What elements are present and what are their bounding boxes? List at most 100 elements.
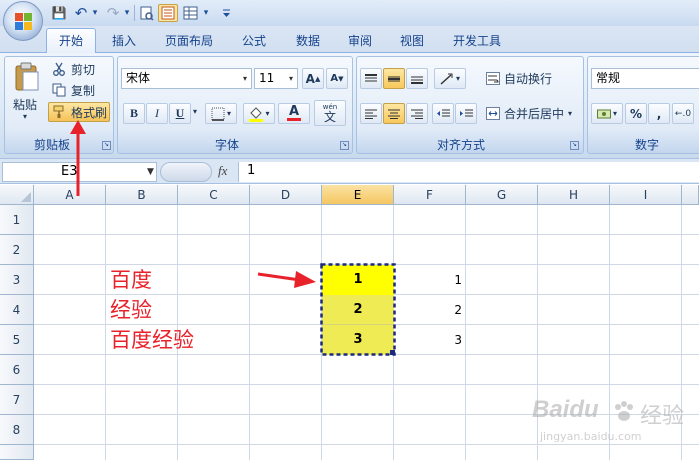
tab-developer[interactable]: 开发工具 — [446, 30, 508, 52]
number-format-select[interactable]: 常规 — [591, 68, 699, 89]
font-name-value: 宋体 — [126, 71, 151, 85]
row-header[interactable]: 1 — [0, 205, 34, 235]
print-preview-icon[interactable] — [138, 4, 156, 22]
number-format-value: 常规 — [596, 71, 621, 85]
cell-f5[interactable]: 3 — [394, 325, 462, 355]
column-header[interactable]: B — [106, 185, 178, 205]
tab-insert[interactable]: 插入 — [104, 30, 144, 52]
align-top-button[interactable] — [360, 68, 382, 89]
currency-button[interactable]: ▾ — [591, 103, 623, 124]
tab-view[interactable]: 视图 — [392, 30, 432, 52]
bold-button[interactable]: B — [123, 103, 145, 124]
gridline — [465, 205, 466, 460]
increase-decimal-icon: ←.0 — [674, 108, 692, 119]
align-middle-button[interactable] — [383, 68, 405, 89]
align-bottom-button[interactable] — [406, 68, 428, 89]
percent-button[interactable]: % — [625, 103, 647, 124]
chevron-down-icon: ▾ — [568, 109, 573, 118]
cell-f3[interactable]: 1 — [394, 265, 462, 295]
decrease-indent-button[interactable] — [432, 103, 454, 124]
column-header[interactable]: C — [178, 185, 250, 205]
increase-decimal-button[interactable]: ←.0 — [672, 103, 694, 124]
column-header[interactable]: I — [610, 185, 682, 205]
gridline — [34, 384, 699, 385]
select-all-corner[interactable] — [0, 185, 34, 205]
cell-b3[interactable]: 百度 — [110, 265, 152, 295]
row-header[interactable]: 5 — [0, 325, 34, 355]
column-header[interactable]: F — [394, 185, 466, 205]
row-header[interactable]: 2 — [0, 235, 34, 265]
cut-button[interactable]: 剪切 — [52, 60, 95, 78]
chevron-down-icon: ▾ — [612, 109, 617, 118]
row-header[interactable]: 4 — [0, 295, 34, 325]
paste-label: 粘贴 — [13, 98, 38, 112]
align-bottom-icon — [411, 76, 423, 84]
paste-dropdown-icon: ▾ — [23, 112, 28, 121]
formula-input[interactable]: 1 — [238, 162, 699, 182]
copy-icon — [52, 83, 66, 97]
font-size-value: 11 — [259, 71, 275, 85]
align-right-button[interactable] — [406, 103, 428, 124]
customize-toolbar-icon[interactable] — [220, 4, 232, 22]
table-icon[interactable] — [180, 4, 200, 22]
watermark-brand: Baidu — [532, 396, 599, 423]
underline-button[interactable]: U — [169, 103, 191, 124]
comma-button[interactable]: , — [648, 103, 670, 124]
alignment-launcher-icon[interactable]: ↘ — [570, 141, 579, 150]
align-center-button[interactable] — [383, 103, 405, 124]
cell-b5[interactable]: 百度经验 — [110, 325, 194, 355]
font-name-select[interactable]: 宋体 ▾ — [121, 68, 252, 89]
merge-center-button[interactable]: 合并后居中 ▾ — [486, 103, 572, 124]
formula-resize-handle[interactable] — [160, 162, 212, 182]
column-header[interactable]: D — [250, 185, 322, 205]
orientation-button[interactable]: ▾ — [434, 68, 466, 89]
phonetic-button[interactable]: wén 文 — [314, 100, 346, 126]
tab-page-layout[interactable]: 页面布局 — [158, 30, 220, 52]
row-header[interactable]: 3 — [0, 265, 34, 295]
cell-f4[interactable]: 2 — [394, 295, 462, 325]
column-header[interactable] — [682, 185, 699, 205]
save-icon[interactable]: 💾 — [50, 4, 68, 22]
form-icon[interactable] — [158, 4, 178, 22]
underline-dropdown-icon[interactable]: ▾ — [193, 107, 197, 116]
undo-icon[interactable]: ↶ — [72, 4, 90, 22]
copy-button[interactable]: 复制 — [52, 81, 95, 99]
table-dropdown-icon[interactable]: ▾ — [200, 4, 212, 22]
redo-dropdown-icon[interactable]: ▾ — [122, 4, 132, 22]
column-header-selected[interactable]: E — [322, 185, 394, 205]
row-header[interactable]: 7 — [0, 385, 34, 415]
align-center-icon — [388, 109, 400, 119]
grow-font-button[interactable]: A ▲ — [302, 68, 324, 89]
font-launcher-icon[interactable]: ↘ — [340, 141, 349, 150]
row-header[interactable]: 8 — [0, 415, 34, 445]
wrap-text-button[interactable]: 自动换行 — [486, 68, 552, 89]
clipboard-launcher-icon[interactable]: ↘ — [102, 141, 111, 150]
paste-button[interactable]: 粘贴 ▾ — [10, 60, 44, 130]
column-header[interactable]: H — [538, 185, 610, 205]
font-color-button[interactable]: A — [278, 103, 310, 124]
wrap-text-icon — [486, 72, 500, 85]
tab-review[interactable]: 审阅 — [340, 30, 380, 52]
cell-b4[interactable]: 经验 — [110, 295, 152, 325]
font-size-select[interactable]: 11 ▾ — [254, 68, 298, 89]
borders-icon — [211, 107, 225, 121]
italic-button[interactable]: I — [146, 103, 168, 124]
align-left-button[interactable] — [360, 103, 382, 124]
wrap-text-label: 自动换行 — [504, 72, 553, 86]
tab-data[interactable]: 数据 — [288, 30, 328, 52]
shrink-font-button[interactable]: A ▼ — [326, 68, 348, 89]
font-color-swatch — [287, 118, 301, 121]
annotation-arrow-up-icon — [70, 120, 86, 196]
office-button[interactable] — [3, 1, 43, 41]
fill-color-button[interactable]: ▾ — [243, 103, 275, 124]
column-header[interactable]: G — [466, 185, 538, 205]
undo-dropdown-icon[interactable]: ▾ — [90, 4, 100, 22]
borders-button[interactable]: ▾ — [205, 103, 237, 124]
tab-formulas[interactable]: 公式 — [234, 30, 274, 52]
row-header[interactable] — [0, 445, 34, 460]
row-header[interactable]: 6 — [0, 355, 34, 385]
insert-function-button[interactable]: fx — [218, 162, 236, 182]
phonetic-char: 文 — [323, 109, 336, 124]
increase-indent-button[interactable] — [455, 103, 477, 124]
redo-icon[interactable]: ↷ — [104, 4, 122, 22]
